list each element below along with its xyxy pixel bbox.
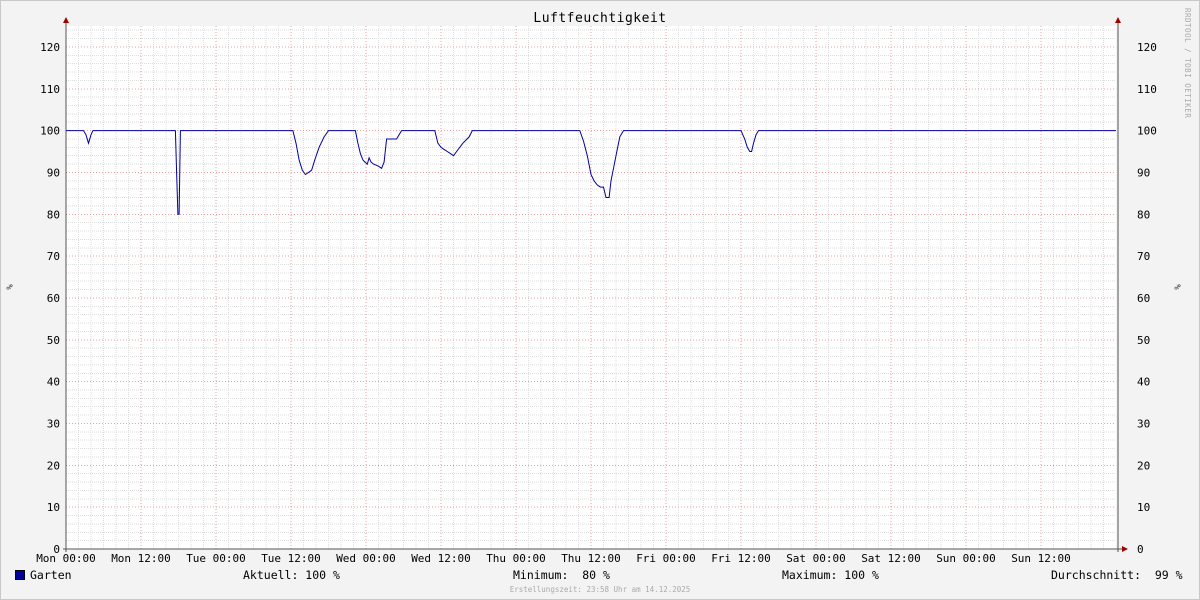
creation-time-footer: Erstellungszeit: 23:58 Uhr am 14.12.2025 bbox=[509, 585, 691, 594]
y-tick-label-right: 20 bbox=[1137, 459, 1150, 472]
x-tick-label: Fri 12:00 bbox=[711, 552, 771, 565]
legend-swatch-garten bbox=[15, 570, 25, 580]
y-tick-label-left: 50 bbox=[47, 334, 60, 347]
y-axis-arrow-left-icon bbox=[63, 17, 69, 23]
x-tick-label: Thu 12:00 bbox=[561, 552, 621, 565]
x-tick-label: Mon 00:00 bbox=[36, 552, 96, 565]
x-tick-label: Sun 00:00 bbox=[936, 552, 996, 565]
x-tick-label: Thu 00:00 bbox=[486, 552, 546, 565]
x-tick-label: Tue 12:00 bbox=[261, 552, 321, 565]
y-tick-label-right: 60 bbox=[1137, 292, 1150, 305]
legend-minimum: Minimum: 80 % bbox=[513, 568, 610, 582]
y-tick-label-right: 40 bbox=[1137, 376, 1150, 389]
legend-current: Aktuell: 100 % bbox=[243, 568, 340, 582]
y-tick-label-left: 10 bbox=[47, 501, 60, 514]
chart-plot: 0 010 1020 2030 3040 4050 5060 6070 7080 8090 9010… bbox=[36, 17, 1157, 565]
y-tick-label-left: 20 bbox=[47, 459, 60, 472]
x-tick-label: Sat 12:00 bbox=[861, 552, 921, 565]
x-tick-label: Sun 12:00 bbox=[1011, 552, 1071, 565]
y-tick-label-left: 120 bbox=[40, 41, 60, 54]
y-tick-label-left: 110 bbox=[40, 83, 60, 96]
y-tick-label-left: 80 bbox=[47, 208, 60, 221]
y-tick-label-right: 50 bbox=[1137, 334, 1150, 347]
y-tick-label-right: 80 bbox=[1137, 208, 1150, 221]
y-tick-label-left: 100 bbox=[40, 125, 60, 138]
x-tick-label: Fri 00:00 bbox=[636, 552, 696, 565]
y-tick-label-right: 110 bbox=[1137, 83, 1157, 96]
y-tick-label-right: 0 bbox=[1137, 543, 1144, 556]
x-tick-label: Mon 12:00 bbox=[111, 552, 171, 565]
y-tick-label-right: 10 bbox=[1137, 501, 1150, 514]
x-tick-label: Tue 00:00 bbox=[186, 552, 246, 565]
legend-maximum: Maximum: 100 % bbox=[782, 568, 879, 582]
y-axis-arrow-right-icon bbox=[1115, 17, 1121, 23]
y-tick-label-right: 70 bbox=[1137, 250, 1150, 263]
y-tick-label-right: 90 bbox=[1137, 166, 1150, 179]
y-tick-label-left: 70 bbox=[47, 250, 60, 263]
y-tick-label-right: 30 bbox=[1137, 417, 1150, 430]
y-tick-label-left: 40 bbox=[47, 376, 60, 389]
x-tick-label: Wed 12:00 bbox=[411, 552, 471, 565]
x-axis-arrow-icon bbox=[1122, 546, 1128, 552]
y-tick-label-left: 30 bbox=[47, 417, 60, 430]
x-tick-label: Sat 00:00 bbox=[786, 552, 846, 565]
y-tick-label-right: 120 bbox=[1137, 41, 1157, 54]
y-tick-label-right: 100 bbox=[1137, 125, 1157, 138]
legend-series-name: Garten bbox=[30, 568, 72, 582]
y-tick-label-left: 60 bbox=[47, 292, 60, 305]
y-tick-label-left: 90 bbox=[47, 166, 60, 179]
x-tick-label: Wed 00:00 bbox=[336, 552, 396, 565]
legend-average: Durchschnitt: 99 % bbox=[1051, 568, 1183, 582]
